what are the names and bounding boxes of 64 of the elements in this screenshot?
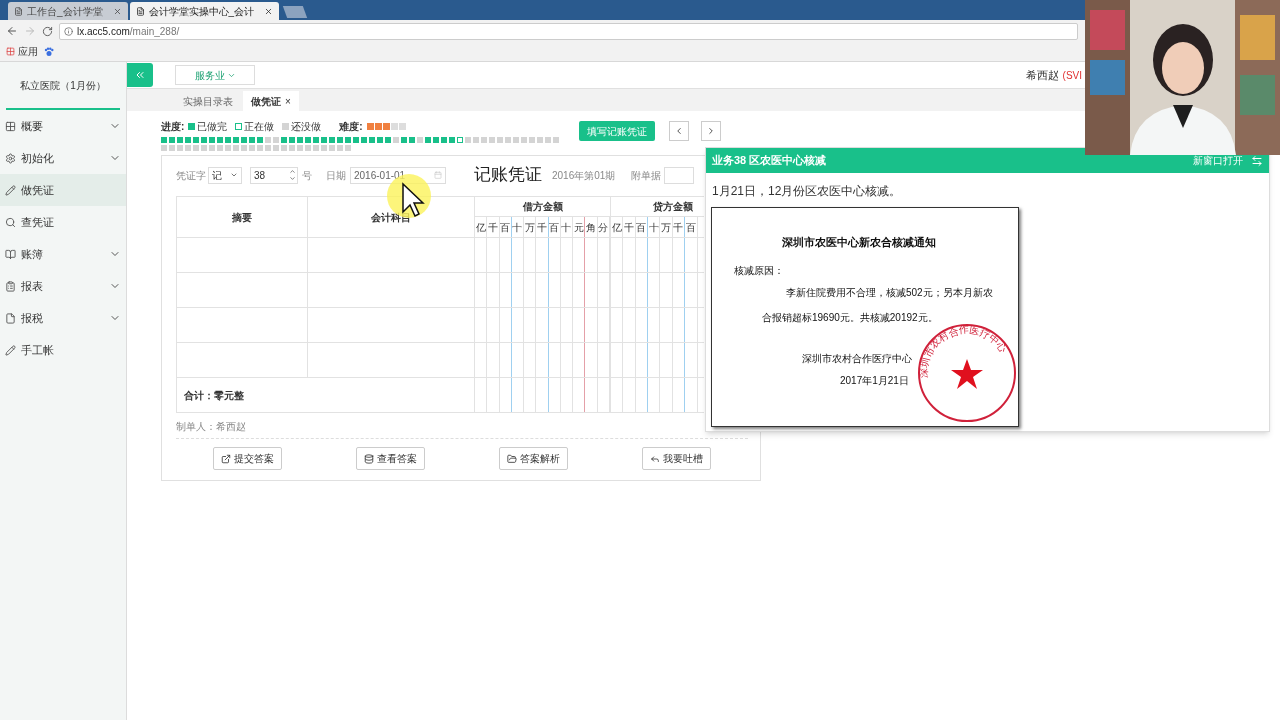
digit-header: 十 (511, 217, 525, 237)
date-label: 日期 (326, 168, 346, 183)
voucher-number-field[interactable]: 38 (250, 166, 298, 184)
digit-header: 分 (597, 217, 610, 237)
maker-text: 制单人：希西赵 (176, 420, 246, 434)
sidebar-item[interactable]: 查凭证 (0, 206, 126, 238)
digit-header: 元 (573, 217, 586, 237)
action-button[interactable]: 答案解析 (499, 447, 568, 470)
industry-dropdown[interactable]: 服务业 (175, 65, 255, 85)
column-header: 会计科目 (371, 210, 411, 225)
legend-label: 正在做 (244, 120, 275, 134)
action-button[interactable]: 我要吐槽 (642, 447, 711, 470)
browser-tab[interactable]: 会计学堂实操中心_会计 (129, 2, 280, 20)
sidebar-item[interactable]: 手工帐 (0, 334, 126, 366)
digit-header: 角 (585, 217, 598, 237)
digit-header: 百 (635, 217, 649, 237)
user-name: 希西赵 (SVI (1026, 67, 1082, 83)
column-header: 摘要 (232, 210, 252, 225)
document-title: 深圳市农医中心新农合核减通知 (782, 235, 936, 250)
voucher-type-select[interactable]: 记 (208, 166, 242, 184)
digit-header: 亿 (475, 217, 488, 237)
action-button[interactable]: 提交答案 (213, 447, 282, 470)
attachments-label: 附单据 (631, 168, 662, 183)
digit-header: 万 (524, 217, 537, 237)
column-header: 借方金额 (522, 200, 563, 214)
number-suffix: 号 (302, 168, 312, 183)
sidebar-item[interactable]: 报表 (0, 270, 126, 302)
action-button[interactable]: 查看答案 (356, 447, 425, 470)
digit-header: 百 (685, 217, 698, 237)
column-header: 贷方金额 (653, 200, 693, 214)
sidebar-item[interactable]: 做凭证 (0, 174, 126, 206)
browser-tab[interactable]: 工作台_会计学堂 (8, 2, 128, 20)
digit-header: 千 (487, 217, 500, 237)
digit-header: 十 (560, 217, 574, 237)
bookmark[interactable]: 应用 (6, 44, 38, 59)
digit-header: 百 (499, 217, 512, 237)
digit-header: 千 (672, 217, 686, 237)
digit-header: 十 (648, 217, 661, 237)
sidebar-item[interactable]: 初始化 (0, 142, 126, 174)
address-bar[interactable]: lx.acc5.com/main_288/ (59, 22, 1078, 40)
legend-label: 还没做 (291, 120, 322, 134)
difficulty-label: 难度: (339, 120, 363, 134)
tab[interactable]: 做凭证 × (243, 91, 299, 111)
voucher-type-label: 凭证字 (176, 168, 206, 183)
sidebar-item[interactable]: 账簿 (0, 238, 126, 270)
popup-title: 业务38 区农医中心核减 (712, 153, 827, 169)
company-name: 私立医院（1月份） (20, 78, 106, 93)
tab[interactable]: 实操目录表 (175, 91, 241, 111)
document-date: 2017年1月21日 (840, 374, 909, 388)
voucher-period: 2016年第01期 (552, 168, 616, 183)
popup-description: 1月21日，12月份区农医中心核减。 (711, 183, 903, 200)
digit-header: 百 (548, 217, 561, 237)
digit-header: 亿 (611, 217, 624, 237)
digit-header: 千 (623, 217, 636, 237)
voucher-title: 记账凭证 (474, 164, 542, 187)
reason-label: 核减原因： (734, 264, 784, 278)
digit-header: 万 (660, 217, 673, 237)
issuer-text: 深圳市农村合作医疗中心 (802, 352, 912, 366)
progress-label: 进度: (161, 120, 185, 134)
digit-header: 千 (536, 217, 549, 237)
total-text: 合计：零元整 (184, 388, 244, 403)
sidebar-item[interactable]: 报税 (0, 302, 126, 334)
legend-label: 已做完 (197, 120, 228, 134)
sidebar-item[interactable]: 概要 (0, 110, 126, 142)
